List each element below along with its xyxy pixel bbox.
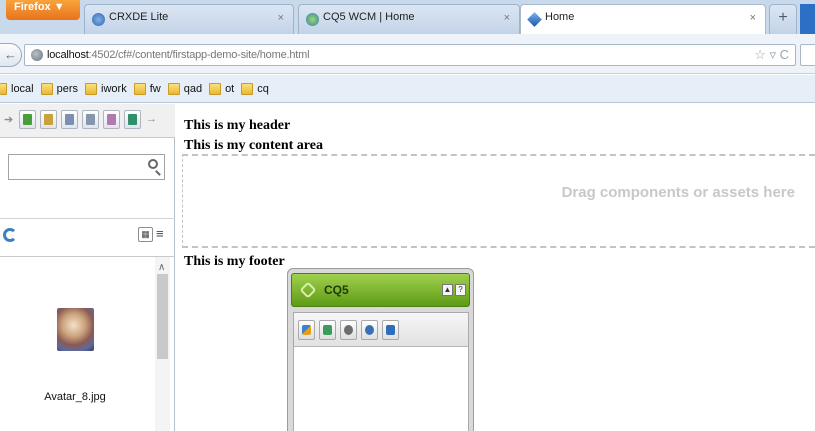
site-identity-icon[interactable] [31, 49, 43, 61]
close-icon[interactable]: × [278, 12, 284, 24]
paragraphs-tab-button[interactable] [82, 110, 99, 129]
page-icon [65, 114, 74, 125]
tab-title: CRXDE Lite [109, 11, 169, 23]
components-icon [302, 325, 311, 335]
bookmark-folder[interactable]: iwork [85, 82, 127, 95]
tab-title: CQ5 WCM | Home [323, 11, 415, 23]
flash-icon [128, 114, 137, 125]
tab-home[interactable]: Home × [520, 4, 766, 34]
page-footer-text: This is my footer [184, 254, 285, 269]
bookmark-folder[interactable]: qad [167, 82, 202, 95]
tab-strip: Firefox ▼ CRXDE Lite × CQ5 WCM | Home × … [0, 0, 815, 34]
sidekick-header[interactable]: CQ5 ▲ ? [291, 273, 470, 307]
scrollbar-thumb[interactable] [157, 274, 168, 359]
asset-filename: Avatar_8.jpg [44, 391, 106, 403]
close-icon[interactable]: × [504, 12, 510, 24]
flash-tab-button[interactable] [124, 110, 141, 129]
close-icon[interactable]: × [750, 12, 756, 24]
content-finder-toolbar: ➔ → [0, 104, 175, 138]
list-view-icon[interactable]: ≡ [156, 227, 170, 241]
folder-icon [209, 82, 222, 95]
grid-view-icon[interactable]: ▦ [138, 227, 153, 242]
bookmark-star-icon[interactable]: ☆ ▿ C [754, 47, 789, 63]
search-icon[interactable] [148, 159, 158, 169]
document-icon [44, 114, 53, 125]
page-tab[interactable] [319, 320, 336, 340]
back-arrow-icon: ← [4, 47, 17, 62]
workflow-icon [386, 325, 395, 335]
page-icon [323, 325, 332, 335]
bookmarks-toolbar: local pers iwork fw qad ot cq [0, 75, 815, 103]
pages-tab-button[interactable] [61, 110, 78, 129]
info-icon [344, 325, 353, 335]
divider [0, 218, 175, 219]
clock-icon [365, 325, 374, 335]
image-icon [23, 114, 32, 125]
asset-thumbnail[interactable] [57, 308, 94, 351]
globe-icon [306, 13, 319, 26]
cube-icon [527, 12, 542, 27]
scroll-left-icon[interactable]: ➔ [4, 113, 13, 126]
folder-icon [0, 82, 7, 95]
page-content: This is my header This is my content are… [176, 104, 815, 431]
collapse-button[interactable]: ▲ [442, 284, 453, 296]
bookmark-folder[interactable]: cq [241, 82, 269, 95]
component-drop-zone[interactable]: Drag components or assets here [182, 154, 815, 248]
content-finder-sidebar: ➔ → ▦ ≡ ∧ Avatar_8.jpg [0, 104, 175, 431]
images-tab-button[interactable] [19, 110, 36, 129]
url-bar[interactable]: localhost:4502/cf#/content/firstapp-demo… [24, 44, 796, 66]
sidekick-body [293, 312, 469, 431]
search-bar[interactable] [800, 44, 815, 66]
folder-icon [133, 82, 146, 95]
folder-icon [40, 82, 53, 95]
cq5-logo-icon [299, 281, 317, 299]
scroll-right-icon[interactable]: → [146, 113, 157, 125]
bookmark-folder[interactable]: ot [209, 82, 234, 95]
tab-crxde[interactable]: CRXDE Lite × [84, 4, 294, 34]
window-edge [800, 4, 815, 34]
sidekick-title: CQ5 [324, 283, 349, 297]
divider [0, 256, 175, 257]
help-button[interactable]: ? [455, 284, 466, 296]
chevron-up-icon[interactable]: ∧ [158, 262, 165, 273]
new-tab-button[interactable]: + [769, 4, 797, 34]
bookmark-folder[interactable]: pers [40, 82, 78, 95]
components-tab[interactable] [298, 320, 315, 340]
tab-cq5-wcm[interactable]: CQ5 WCM | Home × [298, 4, 520, 34]
content-area-text: This is my content area [184, 138, 323, 153]
folder-icon [167, 82, 180, 95]
page-header-text: This is my header [184, 118, 291, 133]
bookmark-folder[interactable]: fw [133, 82, 161, 95]
cq5-sidekick[interactable]: CQ5 ▲ ? [287, 268, 474, 431]
refresh-icon[interactable] [3, 228, 17, 242]
paragraph-icon [86, 114, 95, 125]
versioning-tab[interactable] [361, 320, 378, 340]
drop-zone-hint: Drag components or assets here [561, 184, 795, 201]
product-icon [107, 114, 116, 125]
folder-icon [85, 82, 98, 95]
sidekick-toolbar [294, 313, 468, 347]
url-text: localhost:4502/cf#/content/firstapp-demo… [47, 49, 310, 61]
bookmark-folder[interactable]: local [0, 82, 34, 95]
documents-tab-button[interactable] [40, 110, 57, 129]
information-tab[interactable] [340, 320, 357, 340]
navigation-bar: ← localhost:4502/cf#/content/firstapp-de… [0, 34, 815, 74]
tab-title: Home [545, 11, 575, 23]
products-tab-button[interactable] [103, 110, 120, 129]
workflow-tab[interactable] [382, 320, 399, 340]
folder-icon [241, 82, 254, 95]
firefox-menu-button[interactable]: Firefox ▼ [6, 0, 80, 20]
crxde-icon [92, 13, 105, 26]
back-button[interactable]: ← [0, 43, 22, 67]
asset-search-input[interactable] [8, 154, 165, 180]
